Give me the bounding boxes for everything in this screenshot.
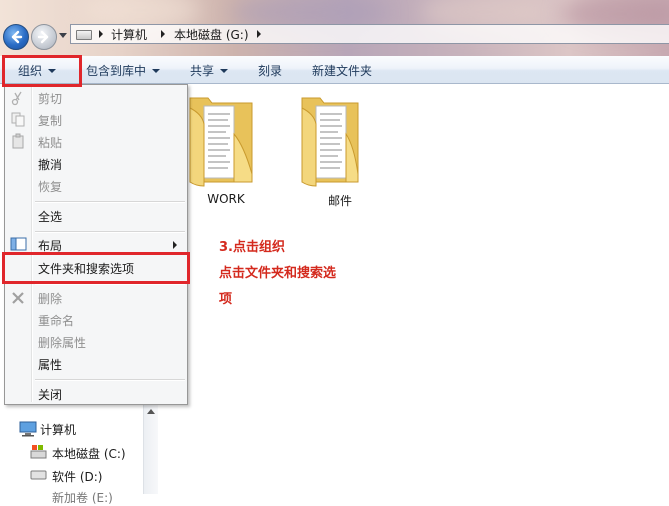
- drive-d-icon: [30, 470, 47, 480]
- folder-name: WORK: [207, 192, 245, 206]
- menu-separator: [35, 201, 185, 203]
- folder-icon: [189, 97, 253, 187]
- include-in-library-button[interactable]: 包含到库中: [86, 62, 161, 79]
- menu-item-copy[interactable]: 复制: [38, 112, 62, 129]
- arrow-right-icon: [37, 30, 49, 44]
- back-button[interactable]: [3, 24, 29, 50]
- menu-item-paste[interactable]: 粘贴: [38, 134, 62, 151]
- recent-pages-dropdown[interactable]: [59, 33, 67, 38]
- folder-mail[interactable]: 邮件: [298, 94, 368, 208]
- breadcrumb-arrow-icon[interactable]: [257, 30, 261, 38]
- menu-item-select-all[interactable]: 全选: [38, 208, 62, 225]
- highlight-folder-options: [2, 252, 190, 284]
- chevron-down-icon: [152, 69, 161, 73]
- annotation-line-2: 点击文件夹和搜索选: [219, 266, 337, 281]
- address-bar[interactable]: 计算机 本地磁盘 (G:): [70, 24, 669, 44]
- forward-button[interactable]: [31, 24, 57, 50]
- clipboard-icon: [12, 133, 24, 149]
- submenu-arrow-icon: [173, 241, 177, 249]
- breadcrumb-arrow-icon[interactable]: [161, 30, 165, 38]
- scroll-up-icon[interactable]: [147, 409, 155, 414]
- menu-item-close[interactable]: 关闭: [38, 386, 62, 403]
- new-folder-button[interactable]: 新建文件夹: [312, 62, 372, 79]
- layout-icon: [10, 237, 27, 251]
- delete-x-icon: [12, 292, 24, 304]
- chevron-down-icon: [220, 69, 229, 73]
- tutorial-annotation: 3.点击组织 点击文件夹和搜索选 项: [219, 235, 336, 313]
- share-button[interactable]: 共享: [190, 62, 229, 79]
- command-bar: 组织 包含到库中 共享 刻录 新建文件夹: [0, 56, 669, 84]
- nav-pane-scrollbar[interactable]: [143, 405, 158, 494]
- navigation-pane: 计算机 本地磁盘 (C:) 软件 (D:) 新加卷 (E:): [0, 405, 158, 505]
- folder-work[interactable]: WORK: [186, 94, 256, 206]
- copy-icon: [11, 112, 25, 127]
- menu-item-cut[interactable]: 剪切: [38, 90, 62, 107]
- include-in-library-label: 包含到库中: [86, 64, 147, 78]
- share-label: 共享: [190, 64, 215, 78]
- nav-item-drive-e[interactable]: 新加卷 (E:): [52, 489, 113, 506]
- organize-menu: 剪切 复制 粘贴 撤消 恢复 全选 布局 文件夹和搜索选项 删除 重命名 删除属…: [4, 84, 188, 405]
- nav-item-drive-d[interactable]: 软件 (D:): [52, 468, 102, 485]
- folder-name: 邮件: [327, 194, 352, 208]
- arrow-left-icon: [11, 30, 23, 44]
- menu-item-properties[interactable]: 属性: [38, 356, 62, 373]
- folder-icon: [301, 97, 359, 187]
- menu-item-redo[interactable]: 恢复: [38, 178, 62, 195]
- title-bar: 计算机 本地磁盘 (G:): [0, 0, 669, 56]
- menu-item-remove-properties[interactable]: 删除属性: [38, 334, 86, 351]
- breadcrumb-drive-g[interactable]: 本地磁盘 (G:): [174, 26, 249, 43]
- breadcrumb-arrow-icon[interactable]: [99, 30, 103, 38]
- nav-item-drive-c[interactable]: 本地磁盘 (C:): [52, 445, 126, 462]
- menu-item-rename[interactable]: 重命名: [38, 312, 74, 329]
- drive-c-icon: [30, 445, 47, 459]
- scissors-icon: [11, 91, 22, 106]
- annotation-line-1: 3.点击组织: [219, 240, 285, 255]
- menu-separator: [35, 379, 185, 381]
- computer-icon: [19, 421, 37, 437]
- menu-item-undo[interactable]: 撤消: [38, 156, 62, 173]
- highlight-organize: [2, 55, 82, 87]
- nav-item-computer[interactable]: 计算机: [40, 421, 76, 438]
- drive-icon: [76, 30, 92, 40]
- annotation-line-3: 项: [219, 292, 233, 307]
- burn-button[interactable]: 刻录: [258, 62, 282, 79]
- menu-separator: [35, 231, 185, 233]
- menu-gutter: [31, 87, 33, 402]
- breadcrumb-computer[interactable]: 计算机: [111, 26, 147, 43]
- menu-item-delete[interactable]: 删除: [38, 290, 62, 307]
